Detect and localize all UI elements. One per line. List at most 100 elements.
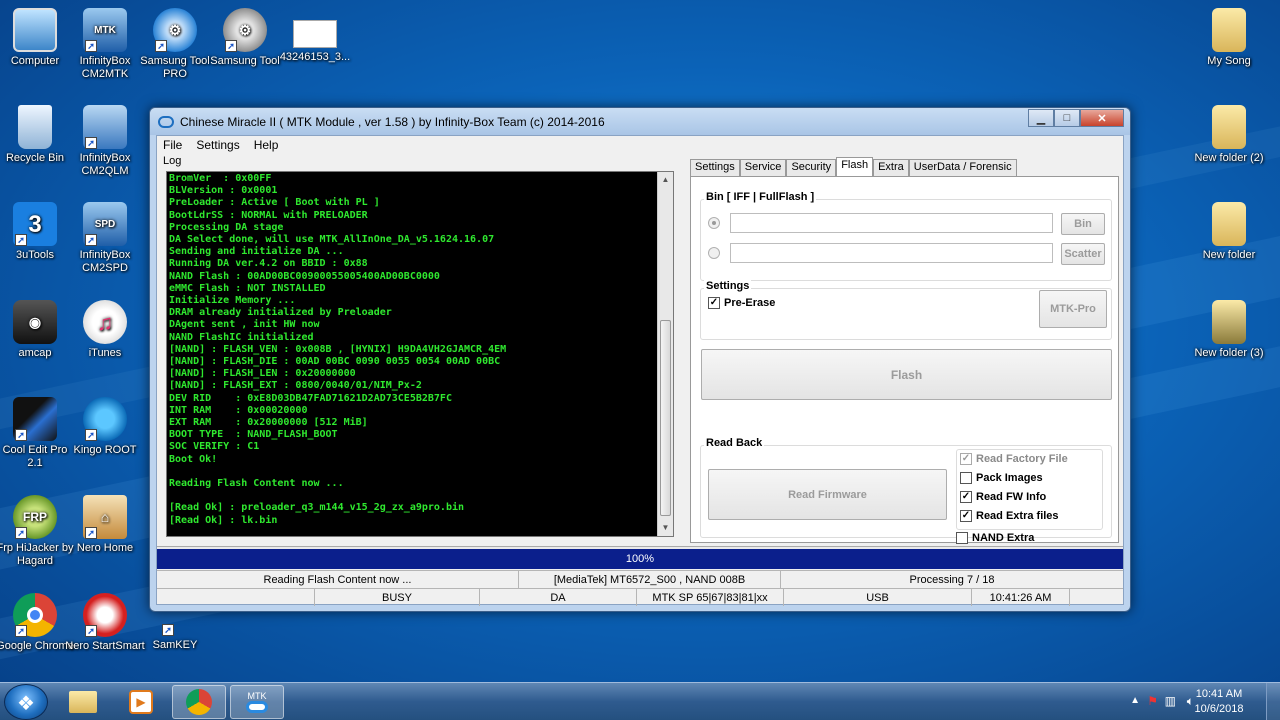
desktop-icon-label: 43246153_3... <box>279 51 351 63</box>
desktop-icon-new-folder[interactable]: New folder <box>1189 202 1269 262</box>
desktop-icon-label: Recycle Bin <box>5 152 65 164</box>
desktop-icon-my-song[interactable]: My Song <box>1189 8 1269 68</box>
status-usb: USB <box>784 589 972 606</box>
nand-extra-checkbox[interactable]: NAND Extra <box>956 532 1034 544</box>
read-fw-info-checkbox[interactable]: ✓ Read FW Info <box>960 491 1046 503</box>
taskbar-explorer[interactable] <box>56 685 110 719</box>
desktop-icon-3utools[interactable]: 3 ➚ 3uTools <box>0 202 75 262</box>
log-console[interactable]: BromVer : 0x00FF BLVersion : 0x0001 PreLoa… <box>166 171 674 537</box>
maximize-button[interactable]: □ <box>1054 109 1080 127</box>
folder-icon <box>1212 105 1246 149</box>
progress-label: 100% <box>625 553 655 565</box>
log-line: INT RAM : 0x00020000 <box>169 404 308 416</box>
desktop-icon-nero-startsmart[interactable]: ➚ Nero StartSmart <box>65 593 145 653</box>
menu-bar: File Settings Help <box>157 136 1123 154</box>
desktop-icon-label: New folder (3) <box>1194 347 1264 359</box>
log-line: SOC VERIFY : C1 <box>169 441 260 453</box>
camera-icon: ◉ <box>13 300 57 344</box>
desktop-icon-new-folder-2[interactable]: New folder (2) <box>1189 105 1269 165</box>
desktop-icon-samkey[interactable]: ➚ SamKEY <box>135 608 215 652</box>
tray-arrow-icon[interactable]: ▲ <box>1130 695 1140 706</box>
tray-flag-icon[interactable]: ⚑ <box>1147 694 1158 708</box>
desktop-icon-new-folder-3[interactable]: New folder (3) <box>1189 300 1269 360</box>
play-icon: ▶ <box>129 690 153 714</box>
tab-extra[interactable]: Extra <box>873 159 909 176</box>
scroll-up-icon[interactable]: ▲ <box>658 172 673 188</box>
folder-icon <box>1212 300 1246 344</box>
desktop-icon-frp-hijacker[interactable]: FRP ➚ Frp HiJacker by Hagard <box>0 495 75 568</box>
log-line: DAgent sent , init HW now <box>169 319 320 331</box>
desktop-icon-samsung-tool[interactable]: ⚙ ➚ Samsung Tool <box>205 8 285 68</box>
tab-userdata-forensic[interactable]: UserData / Forensic <box>908 159 1017 176</box>
desktop-icon-samsung-tool-pro[interactable]: ⚙ ➚ Samsung Tool PRO <box>135 8 215 81</box>
desktop-icon-infinitybox-cm2qlm[interactable]: ➚ InfinityBox CM2QLM <box>65 105 145 178</box>
desktop-icon-infinitybox-cm2spd[interactable]: SPD ➚ InfinityBox CM2SPD <box>65 202 145 275</box>
show-desktop-button[interactable] <box>1266 683 1280 720</box>
pre-erase-checkbox[interactable]: ✓ Pre-Erase <box>708 297 775 309</box>
clock[interactable]: 10:41 AM 10/6/2018 <box>1184 687 1254 717</box>
flash-button[interactable]: Flash <box>701 349 1112 400</box>
menu-file[interactable]: File <box>163 138 182 152</box>
chrome-icon <box>186 689 212 715</box>
desktop-icon-kingo-root[interactable]: ➚ Kingo ROOT <box>65 397 145 457</box>
window-titlebar[interactable]: Chinese Miracle II ( MTK Module , ver 1.… <box>150 108 1130 135</box>
mtk-pro-button[interactable]: MTK-Pro <box>1039 290 1107 328</box>
menu-settings[interactable]: Settings <box>196 138 239 152</box>
desktop-icon-infinitybox-cm2mtk[interactable]: MTK ➚ InfinityBox CM2MTK <box>65 8 145 81</box>
bin-radio[interactable] <box>708 217 720 229</box>
desktop-icon-amcap[interactable]: ◉ amcap <box>0 300 75 360</box>
folder-icon <box>1212 202 1246 246</box>
tab-settings[interactable]: Settings <box>690 159 740 176</box>
scatter-button[interactable]: Scatter <box>1061 243 1105 265</box>
taskbar-cm2-mtk[interactable]: MTK <box>230 685 284 719</box>
desktop-icon-itunes[interactable]: ♫ iTunes <box>65 300 145 360</box>
status-time: 10:41:26 AM <box>972 589 1070 606</box>
read-factory-file-checkbox[interactable]: ✓ Read Factory File <box>960 453 1068 465</box>
computer-icon <box>13 8 57 52</box>
tab-flash[interactable]: Flash <box>836 157 874 176</box>
log-line: [Read Ok] : lk.bin <box>169 514 278 526</box>
desktop-icon-image-file[interactable]: 43246153_3... <box>275 8 355 64</box>
close-button[interactable]: ✕ <box>1080 109 1124 127</box>
pack-images-checkbox[interactable]: Pack Images <box>960 472 1043 484</box>
desktop-icon-cool-edit-pro[interactable]: ➚ Cool Edit Pro 2.1 <box>0 397 75 470</box>
gear-icon: ⚙ ➚ <box>223 8 267 52</box>
menu-help[interactable]: Help <box>254 138 279 152</box>
minimize-button[interactable]: ▁ <box>1028 109 1054 127</box>
taskbar-media-player[interactable]: ▶ <box>114 685 168 719</box>
desktop-icon-google-chrome[interactable]: ➚ Google Chrome <box>0 593 75 653</box>
read-firmware-button[interactable]: Read Firmware <box>708 469 947 520</box>
status-bar-2: BUSY DA MTK SP 65|67|83|81|xx USB 10:41:… <box>157 588 1123 606</box>
desktop-icon-label: Google Chrome <box>0 640 74 652</box>
shortcut-arrow-icon: ➚ <box>85 625 97 637</box>
log-line: Processing DA stage <box>169 221 284 233</box>
shortcut-arrow-icon: ➚ <box>85 40 97 52</box>
bin-button[interactable]: Bin <box>1061 213 1105 235</box>
scroll-thumb[interactable] <box>660 320 671 516</box>
tray-network-icon[interactable]: ▥ <box>1165 694 1176 708</box>
log-line: BLVersion : 0x0001 <box>169 185 278 197</box>
start-button[interactable] <box>4 684 48 720</box>
desktop-icon-nero-home[interactable]: ⌂ ➚ Nero Home <box>65 495 145 555</box>
read-extra-files-checkbox[interactable]: ✓ Read Extra files <box>960 510 1059 522</box>
3utools-icon: 3 ➚ <box>13 202 57 246</box>
bin-path-field[interactable] <box>730 213 1053 233</box>
scatter-radio[interactable] <box>708 247 720 259</box>
folder-icon <box>69 691 97 713</box>
tab-service[interactable]: Service <box>739 159 787 176</box>
status-bar-1: Reading Flash Content now ... [MediaTek]… <box>157 570 1123 588</box>
tab-security[interactable]: Security <box>786 159 837 176</box>
desktop-icon-computer[interactable]: Computer <box>0 8 75 68</box>
clock-date: 10/6/2018 <box>1194 703 1244 715</box>
log-line: Boot Ok! <box>169 453 218 465</box>
desktop-icon-label: Kingo ROOT <box>73 444 137 456</box>
log-line: BOOT TYPE : NAND_FLASH_BOOT <box>169 429 338 441</box>
scatter-path-field[interactable] <box>730 243 1053 263</box>
taskbar-chrome[interactable] <box>172 685 226 719</box>
scroll-down-icon[interactable]: ▼ <box>658 520 673 536</box>
log-scrollbar[interactable]: ▲ ▼ <box>657 172 673 536</box>
shortcut-arrow-icon: ➚ <box>85 429 97 441</box>
desktop-icon-label: Nero StartSmart <box>65 640 145 652</box>
shortcut-arrow-icon: ➚ <box>15 527 27 539</box>
desktop-icon-recycle-bin[interactable]: Recycle Bin <box>0 105 75 165</box>
